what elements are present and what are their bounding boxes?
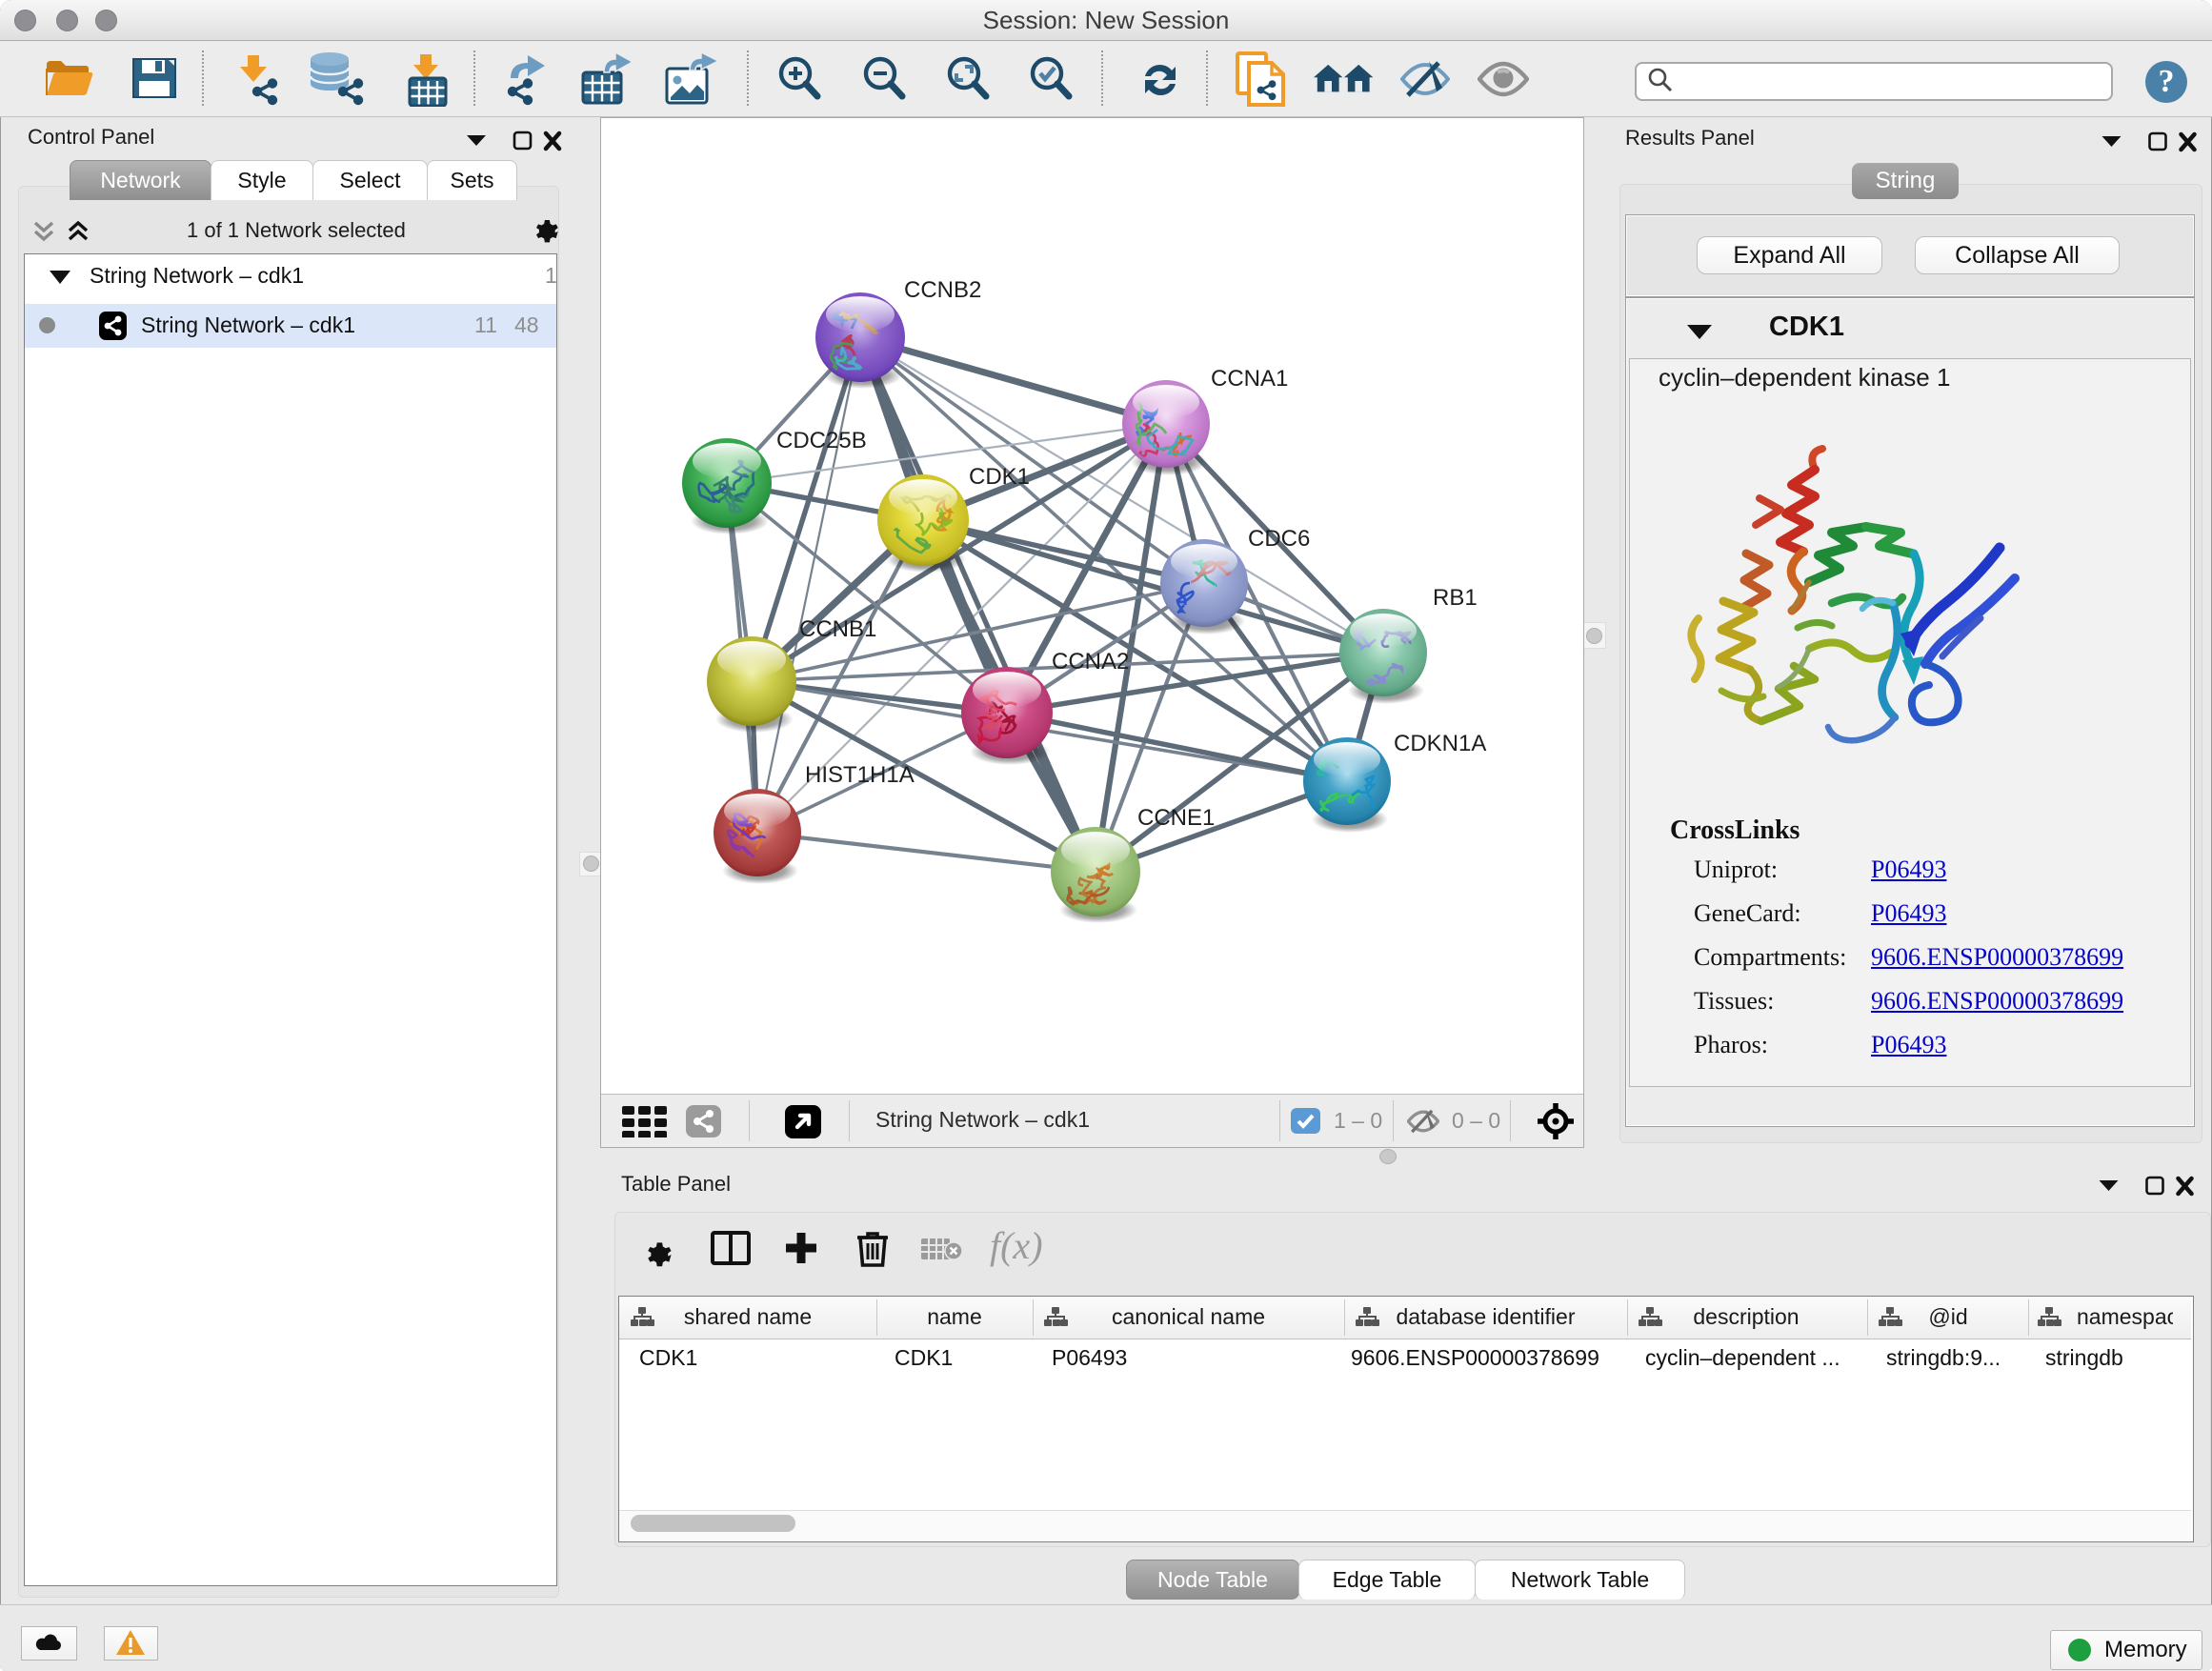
svg-text:RB1: RB1 (1433, 585, 1478, 611)
svg-text:CDK1: CDK1 (969, 464, 1030, 490)
svg-text:CDKN1A: CDKN1A (1394, 731, 1486, 756)
svg-text:CCNB2: CCNB2 (904, 277, 981, 303)
svg-text:CDC25B: CDC25B (776, 428, 867, 453)
svg-text:CCNB1: CCNB1 (799, 616, 876, 642)
svg-text:HIST1H1A: HIST1H1A (805, 762, 915, 788)
svg-text:CCNE1: CCNE1 (1137, 805, 1215, 831)
svg-text:CCNA1: CCNA1 (1211, 366, 1288, 392)
svg-text:CCNA2: CCNA2 (1052, 649, 1129, 674)
svg-text:CDC6: CDC6 (1248, 526, 1310, 552)
